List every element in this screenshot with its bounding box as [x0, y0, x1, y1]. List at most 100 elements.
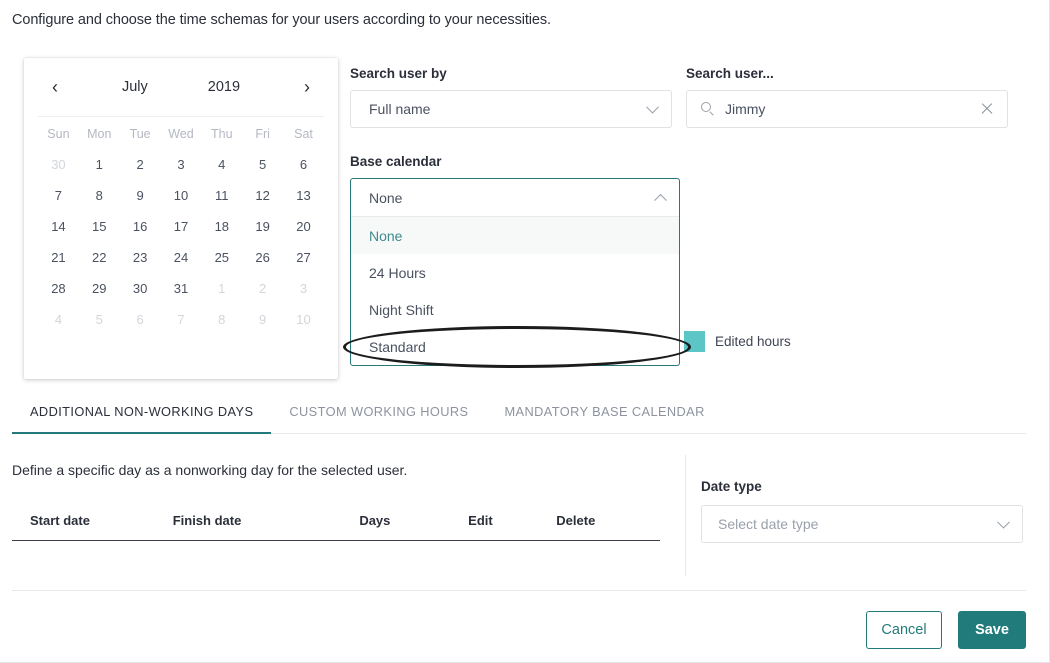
column-header-days: Days — [359, 505, 469, 541]
calendar-day[interactable]: 11 — [201, 180, 242, 211]
calendar-day[interactable]: 10 — [161, 180, 202, 211]
calendar-weekday: Sat — [294, 127, 313, 141]
search-user-value: Jimmy — [725, 101, 766, 117]
calendar-day[interactable]: 7 — [38, 180, 79, 211]
calendar-day[interactable]: 1 — [79, 149, 120, 180]
tab-custom-working-hours[interactable]: CUSTOM WORKING HOURS — [271, 404, 486, 434]
chevron-down-icon — [997, 515, 1010, 529]
calendar-day[interactable]: 5 — [79, 304, 120, 335]
base-calendar-value-text: None — [369, 189, 403, 206]
calendar-day[interactable]: 18 — [201, 211, 242, 242]
calendar-day[interactable]: 8 — [79, 180, 120, 211]
calendar-week-row: 7 8 9 10 11 12 13 — [38, 180, 324, 211]
base-calendar-label: Base calendar — [350, 154, 442, 169]
calendar-day[interactable]: 15 — [79, 211, 120, 242]
calendar-day[interactable]: 17 — [161, 211, 202, 242]
chevron-left-icon[interactable]: ‹ — [42, 74, 68, 100]
close-icon[interactable] — [979, 101, 995, 117]
calendar-month-label: July — [121, 79, 148, 95]
calendar-day[interactable]: 28 — [38, 273, 79, 304]
calendar-day[interactable]: 19 — [242, 211, 283, 242]
calendar-day[interactable]: 9 — [120, 180, 161, 211]
calendar-day[interactable]: 24 — [161, 242, 202, 273]
non-working-days-table: Start date Finish date Days Edit Delete — [12, 505, 660, 541]
calendar-title: July 2019 — [68, 79, 294, 95]
calendar-day[interactable]: 2 — [242, 273, 283, 304]
calendar-day[interactable]: 26 — [242, 242, 283, 273]
chevron-down-icon — [646, 100, 659, 114]
page-description: Configure and choose the time schemas fo… — [12, 12, 551, 28]
calendar-week-row: 28 29 30 31 1 2 3 — [38, 273, 324, 304]
calendar-day[interactable]: 6 — [283, 149, 324, 180]
calendar-day[interactable]: 9 — [242, 304, 283, 335]
legend-label: Edited hours — [715, 334, 791, 349]
calendar-day[interactable]: 13 — [283, 180, 324, 211]
base-calendar-option-standard[interactable]: Standard — [351, 328, 679, 365]
legend-edited-hours: Edited hours — [684, 331, 791, 352]
calendar-day[interactable]: 22 — [79, 242, 120, 273]
base-calendar-select[interactable]: None None 24 Hours Night Shift Standard — [350, 178, 680, 366]
calendar-day[interactable]: 12 — [242, 180, 283, 211]
calendar-day[interactable]: 4 — [201, 149, 242, 180]
time-schema-configuration-page: Configure and choose the time schemas fo… — [0, 0, 1050, 663]
column-header-finish-date: Finish date — [172, 505, 360, 541]
calendar-day[interactable]: 3 — [161, 149, 202, 180]
save-button[interactable]: Save — [958, 611, 1026, 649]
search-user-by-value: Full name — [369, 101, 431, 117]
calendar-day[interactable]: 8 — [201, 304, 242, 335]
calendar-year-label: 2019 — [207, 79, 241, 95]
calendar-weekday: Wed — [168, 127, 194, 141]
calendar-body: Sun Mon Tue Wed Thu Fri Sat 30 1 2 3 4 5… — [24, 116, 338, 335]
base-calendar-selected-value[interactable]: None — [351, 179, 679, 217]
tab-mandatory-base-calendar[interactable]: MANDATORY BASE CALENDAR — [487, 404, 723, 434]
base-calendar-option-24-hours[interactable]: 24 Hours — [351, 254, 679, 291]
date-type-select[interactable]: Select date type — [701, 505, 1023, 543]
calendar-day[interactable]: 14 — [38, 211, 79, 242]
calendar-day[interactable]: 5 — [242, 149, 283, 180]
calendar-day[interactable]: 30 — [120, 273, 161, 304]
calendar-weekday: Mon — [87, 127, 112, 141]
calendar-weekday: Fri — [255, 127, 270, 141]
calendar-day[interactable]: 6 — [120, 304, 161, 335]
calendar-day[interactable]: 30 — [38, 149, 79, 180]
tab-additional-non-working-days[interactable]: ADDITIONAL NON-WORKING DAYS — [12, 404, 272, 434]
calendar-day[interactable]: 10 — [283, 304, 324, 335]
calendar-day[interactable]: 1 — [201, 273, 242, 304]
calendar-day[interactable]: 27 — [283, 242, 324, 273]
calendar-day[interactable]: 20 — [283, 211, 324, 242]
search-user-input[interactable]: Jimmy — [686, 90, 1008, 128]
calendar-day[interactable]: 4 — [38, 304, 79, 335]
column-header-delete: Delete — [556, 505, 660, 541]
tab-bar: ADDITIONAL NON-WORKING DAYS CUSTOM WORKI… — [12, 404, 1026, 434]
calendar-weekday-row: Sun Mon Tue Wed Thu Fri Sat — [38, 117, 324, 150]
calendar-header: ‹ July 2019 › — [24, 58, 338, 116]
calendar-day[interactable]: 16 — [120, 211, 161, 242]
base-calendar-option-none[interactable]: None — [351, 217, 679, 254]
date-type-value: Select date type — [718, 516, 819, 532]
calendar-weekday: Tue — [129, 127, 151, 141]
chevron-right-icon[interactable]: › — [294, 74, 320, 100]
calendar-day[interactable]: 2 — [120, 149, 161, 180]
search-icon — [701, 102, 715, 116]
legend-color-swatch — [684, 331, 705, 352]
calendar-week-row: 21 22 23 24 25 26 27 — [38, 242, 324, 273]
panel-description: Define a specific day as a nonworking da… — [12, 462, 408, 478]
calendar-week-row: 4 5 6 7 8 9 10 — [38, 304, 324, 335]
calendar-week-row: 30 1 2 3 4 5 6 — [38, 149, 324, 180]
search-user-by-select[interactable]: Full name — [350, 90, 672, 128]
calendar-day[interactable]: 3 — [283, 273, 324, 304]
calendar-weekday: Sun — [47, 127, 70, 141]
calendar-card: ‹ July 2019 › Sun Mon Tue Wed Thu Fri Sa… — [24, 58, 338, 379]
calendar-day[interactable]: 29 — [79, 273, 120, 304]
base-calendar-option-night-shift[interactable]: Night Shift — [351, 291, 679, 328]
calendar-day[interactable]: 7 — [161, 304, 202, 335]
footer-divider — [12, 590, 1026, 591]
panel-divider — [685, 455, 686, 576]
calendar-day[interactable]: 31 — [161, 273, 202, 304]
date-type-label: Date type — [701, 479, 762, 494]
calendar-day[interactable]: 23 — [120, 242, 161, 273]
table-header-row: Start date Finish date Days Edit Delete — [12, 505, 660, 541]
calendar-day[interactable]: 21 — [38, 242, 79, 273]
calendar-day[interactable]: 25 — [201, 242, 242, 273]
cancel-button[interactable]: Cancel — [866, 611, 942, 649]
